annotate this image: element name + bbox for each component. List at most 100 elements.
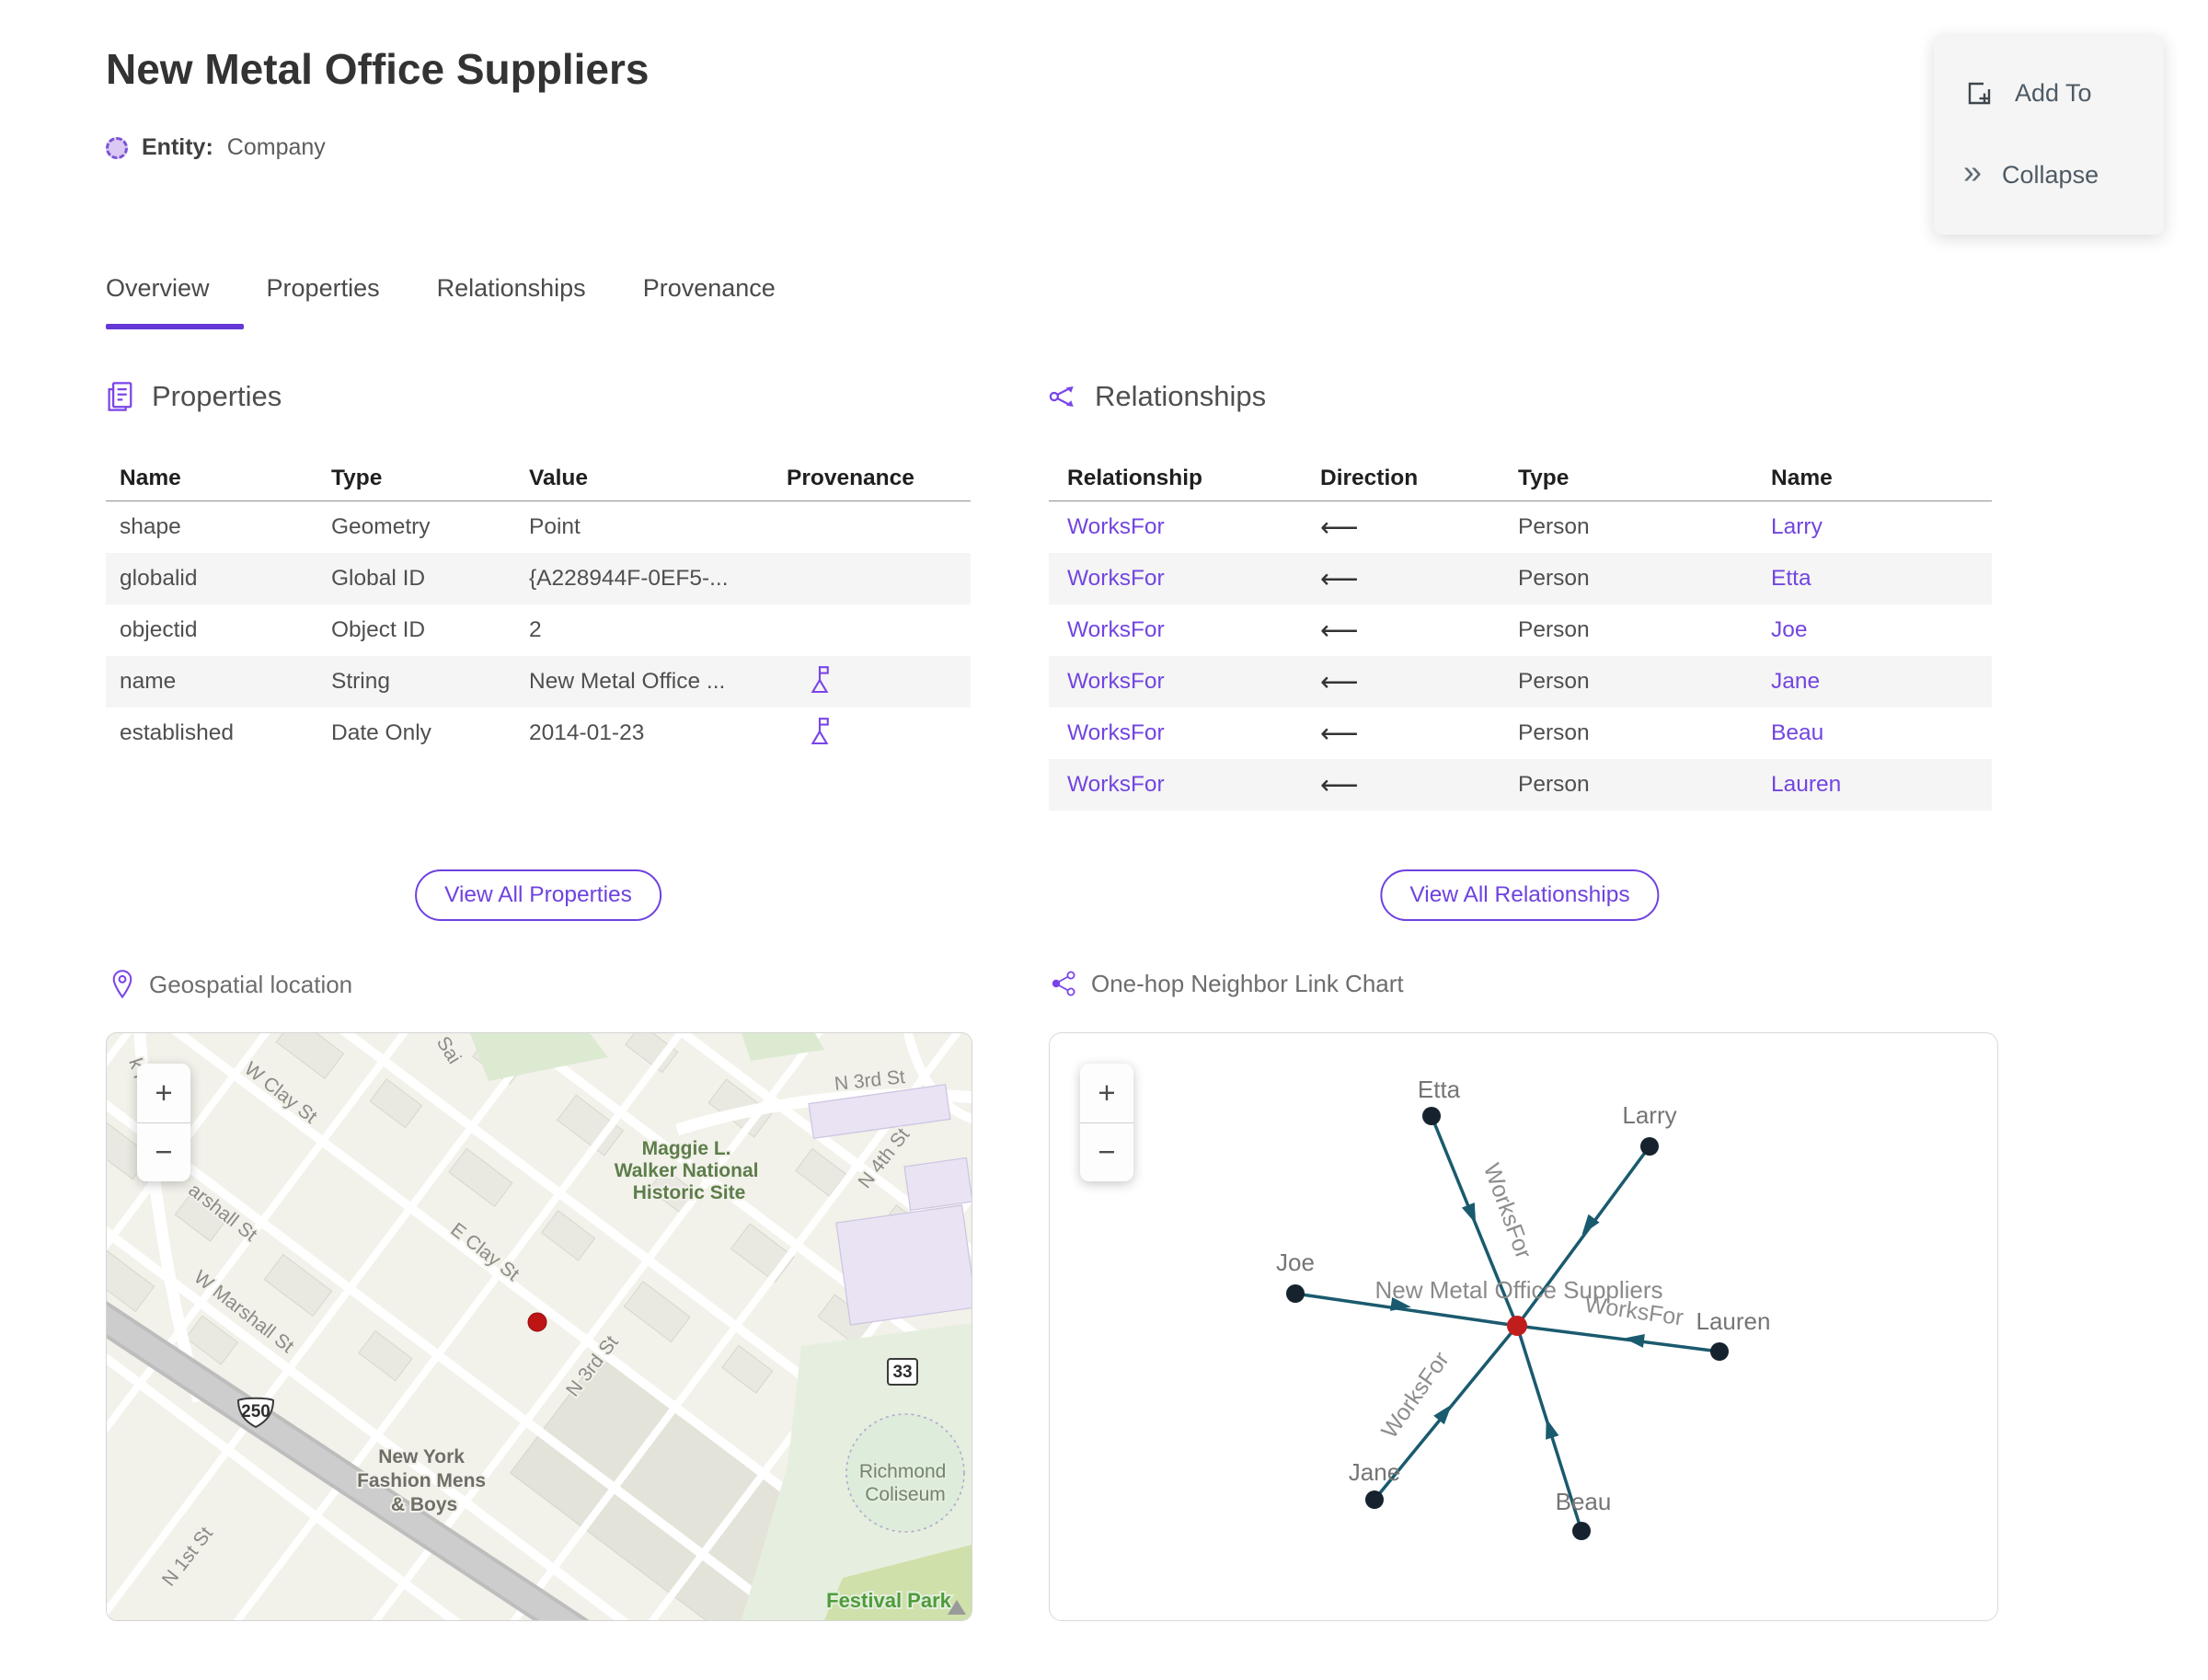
entity-row: Entity: Company	[106, 134, 326, 161]
chart-zoom-in-button[interactable]: +	[1080, 1064, 1133, 1123]
view-all-relationships-button[interactable]: View All Relationships	[1380, 869, 1660, 921]
rel-type: Person	[1518, 514, 1590, 539]
view-all-properties-button[interactable]: View All Properties	[415, 869, 661, 921]
node-center-entity[interactable]	[1507, 1316, 1527, 1336]
table-row: WorksFor ⟵ Person Jane	[1049, 656, 1992, 708]
relationship-link[interactable]: WorksFor	[1067, 617, 1320, 643]
relationships-table-header: Relationship Direction Type Name	[1049, 455, 1992, 501]
map-panel: + − k W Clay St Sai arshall St W Marshal…	[106, 1032, 972, 1621]
location-marker[interactable]	[527, 1312, 547, 1332]
relationship-link[interactable]: WorksFor	[1067, 566, 1320, 592]
provenance-flag-icon[interactable]	[807, 663, 833, 695]
entity-type-value: Company	[226, 134, 326, 160]
node-label: Larry	[1622, 1101, 1676, 1129]
relationships-section-title: Relationships	[1095, 380, 1267, 412]
table-row: WorksFor ⟵ Person Joe	[1049, 604, 1992, 656]
direction-arrow: ⟵	[1320, 770, 1359, 800]
properties-table-header: Name Type Value Provenance	[106, 455, 971, 501]
entity-name-link[interactable]: Etta	[1771, 566, 1992, 592]
table-row: WorksFor ⟵ Person Larry	[1049, 501, 1992, 553]
add-to-button[interactable]: Add To	[1934, 78, 2164, 109]
svg-text:33: 33	[892, 1363, 912, 1382]
map-zoom-control: + −	[137, 1064, 190, 1181]
link-chart-heading: One-hop Neighbor Link Chart	[1049, 969, 1404, 998]
prop-name: objectid	[120, 617, 198, 642]
table-row: objectid Object ID 2	[106, 604, 971, 656]
link-chart-panel: + − WorksFor WorksFor WorksFor Etta Larr…	[1049, 1032, 1998, 1621]
properties-icon	[108, 382, 132, 411]
relationships-section-heading: Relationships	[1047, 380, 1266, 413]
prop-type: Object ID	[331, 617, 426, 642]
entity-label: Entity:	[142, 134, 213, 160]
double-chevron-right-icon: »	[1963, 153, 1983, 191]
prop-type: String	[331, 669, 391, 694]
prop-name: shape	[120, 514, 181, 539]
map-canvas[interactable]: k Rd W Clay St Sai arshall St W Marshall…	[107, 1033, 972, 1620]
map-pin-icon	[112, 970, 132, 999]
tab-properties[interactable]: Properties	[267, 274, 380, 303]
building-area	[903, 1156, 972, 1212]
node-lauren[interactable]	[1710, 1342, 1729, 1361]
node-etta[interactable]	[1422, 1107, 1441, 1125]
map-zoom-in-button[interactable]: +	[137, 1064, 190, 1123]
add-to-icon	[1968, 82, 1991, 104]
relationship-link[interactable]: WorksFor	[1067, 514, 1320, 540]
entity-name-link[interactable]: Larry	[1771, 514, 1992, 540]
col-name: Name	[120, 465, 181, 490]
direction-arrow: ⟵	[1320, 719, 1359, 749]
tab-relationships[interactable]: Relationships	[437, 274, 586, 303]
active-tab-indicator	[106, 324, 244, 329]
direction-arrow: ⟵	[1320, 512, 1359, 543]
node-label: Beau	[1556, 1488, 1612, 1515]
va-33-shield: 33	[887, 1358, 918, 1386]
relationship-link[interactable]: WorksFor	[1067, 772, 1320, 798]
col-direction: Direction	[1320, 465, 1419, 490]
relationship-link[interactable]: WorksFor	[1067, 669, 1320, 695]
node-joe[interactable]	[1286, 1284, 1305, 1303]
poi-label-festival-park: Festival Park	[826, 1589, 952, 1612]
entity-name-link[interactable]: Beau	[1771, 720, 1992, 746]
node-label: Joe	[1276, 1248, 1315, 1276]
node-label: Etta	[1418, 1076, 1461, 1103]
prop-name: name	[120, 669, 177, 694]
geospatial-heading: Geospatial location	[109, 969, 352, 1000]
node-jane[interactable]	[1365, 1490, 1384, 1509]
entity-name-link[interactable]: Jane	[1771, 669, 1992, 695]
link-chart-title: One-hop Neighbor Link Chart	[1091, 969, 1404, 997]
tab-overview[interactable]: Overview	[106, 274, 210, 303]
edge-label: WorksFor	[1376, 1347, 1455, 1443]
prop-name: globalid	[120, 566, 198, 591]
node-beau[interactable]	[1572, 1522, 1591, 1540]
add-to-label: Add To	[2015, 79, 2092, 108]
center-node-label: New Metal Office Suppliers	[1374, 1276, 1662, 1304]
col-value: Value	[529, 465, 589, 490]
entity-type-icon	[106, 136, 128, 159]
provenance-flag-icon[interactable]	[807, 715, 833, 746]
properties-section-title: Properties	[152, 380, 282, 412]
collapse-label: Collapse	[2002, 160, 2099, 189]
prop-value: 2014-01-23	[529, 720, 645, 745]
prop-value: Point	[529, 514, 581, 539]
direction-arrow: ⟵	[1320, 667, 1359, 697]
prop-name: established	[120, 720, 234, 745]
entity-name-link[interactable]: Joe	[1771, 617, 1992, 643]
chart-zoom-control: + −	[1080, 1064, 1133, 1181]
relationship-link[interactable]: WorksFor	[1067, 720, 1320, 746]
entity-name-link[interactable]: Lauren	[1771, 772, 1992, 798]
geospatial-title: Geospatial location	[149, 970, 353, 998]
node-label: Jane	[1349, 1458, 1400, 1486]
table-row: WorksFor ⟵ Person Beau	[1049, 708, 1992, 759]
map-zoom-out-button[interactable]: −	[137, 1123, 190, 1182]
table-row: established Date Only 2014-01-23	[106, 708, 971, 759]
col-relationship: Relationship	[1067, 465, 1203, 490]
table-row: globalid Global ID {A228944F-0EF5-...	[106, 553, 971, 604]
edge-label: WorksFor	[1478, 1160, 1536, 1262]
collapse-button[interactable]: » Collapse	[1934, 153, 2164, 191]
prop-value: {A228944F-0EF5-...	[529, 566, 729, 591]
tab-provenance[interactable]: Provenance	[643, 274, 776, 303]
node-larry[interactable]	[1640, 1137, 1659, 1156]
direction-arrow: ⟵	[1320, 616, 1359, 646]
chart-zoom-out-button[interactable]: −	[1080, 1123, 1133, 1182]
table-row: WorksFor ⟵ Person Lauren	[1049, 759, 1992, 811]
link-chart-canvas[interactable]: WorksFor WorksFor WorksFor Etta Larry Jo…	[1050, 1033, 1997, 1620]
